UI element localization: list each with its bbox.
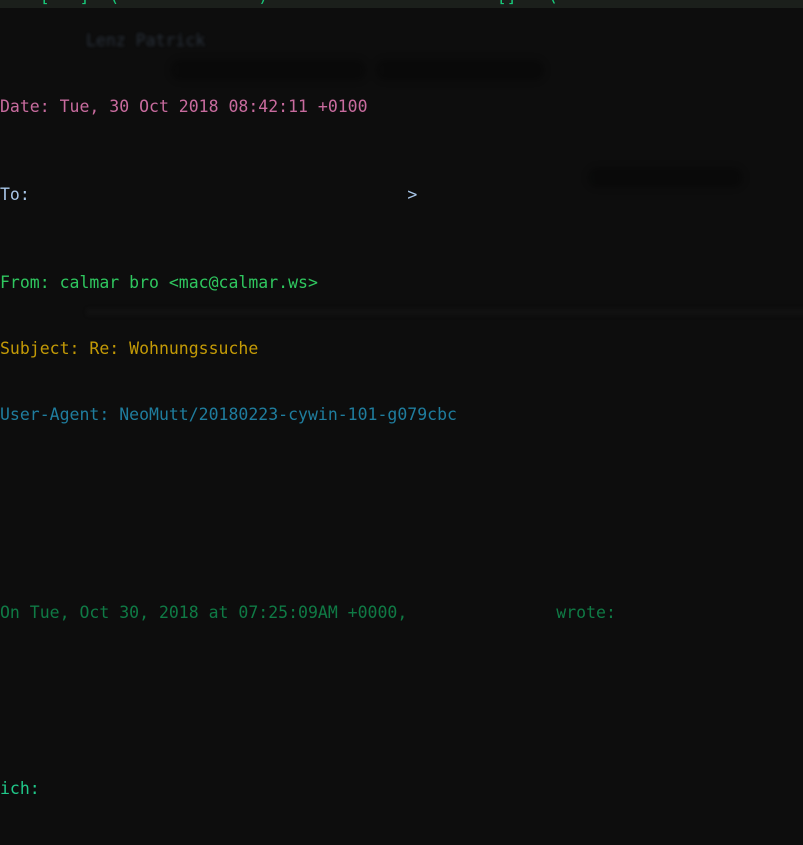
- header-to-label: To:: [0, 185, 40, 204]
- terminal-window: [-- ] ( ) [] \ / Date: Tue, 30 Oct 2018 …: [0, 0, 803, 845]
- header-subject: Subject: Re: Wohnungssuche: [0, 339, 259, 358]
- header-to: To: >: [0, 184, 803, 206]
- attribution-redacted-name: [417, 603, 546, 622]
- header-to-tail: >: [407, 185, 418, 204]
- attribution-prefix: On Tue, Oct 30, 2018 at 07:25:09AM +0000…: [0, 603, 418, 622]
- header-user-agent: User-Agent: NeoMutt/20180223-cywin-101-g…: [0, 405, 457, 424]
- message-pager[interactable]: Date: Tue, 30 Oct 2018 08:42:11 +0100 To…: [0, 8, 803, 837]
- quote-attribution: On Tue, Oct 30, 2018 at 07:25:09AM +0000…: [0, 602, 803, 624]
- attribution-suffix: wrote:: [546, 603, 616, 622]
- header-to-value-redacted: [40, 185, 408, 204]
- status-bar: [-- ] ( ) [] \ /: [0, 0, 803, 8]
- header-date: Date: Tue, 30 Oct 2018 08:42:11 +0100: [0, 97, 368, 116]
- header-from: From: calmar bro <mac@calmar.ws>: [0, 273, 318, 292]
- body-line-ich: ich:: [0, 779, 40, 798]
